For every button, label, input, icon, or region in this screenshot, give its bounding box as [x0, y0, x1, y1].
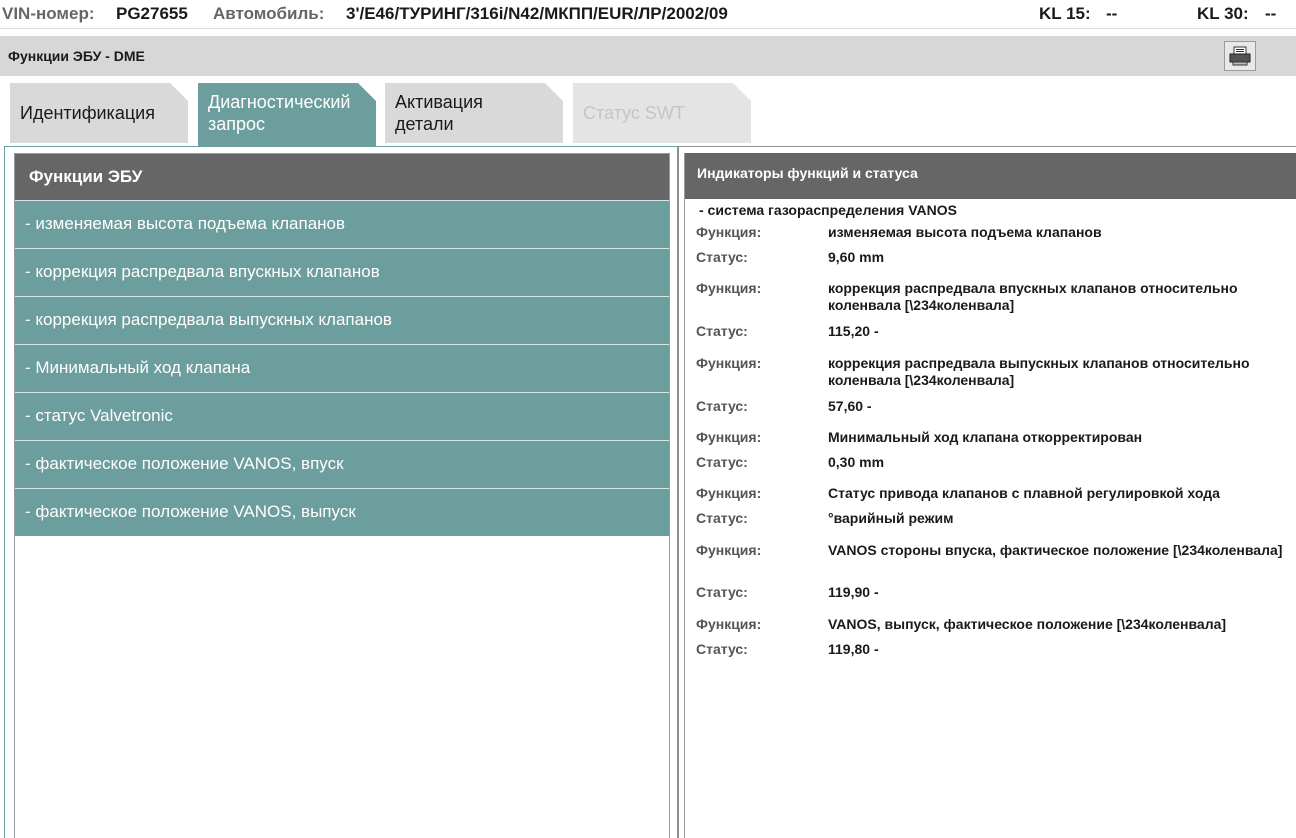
list-item[interactable]: - фактическое положение VANOS, впуск: [15, 440, 669, 488]
function-label: Функция:: [696, 542, 762, 558]
status-value: 115,20 -: [828, 323, 879, 339]
tab-diagnostic-label-line2: запрос: [208, 114, 266, 134]
page-title: Функции ЭБУ - DME: [8, 48, 145, 64]
status-label: Статус:: [696, 510, 748, 526]
function-label: Функция:: [696, 616, 762, 632]
function-label: Функция:: [696, 355, 762, 371]
status-label: Статус:: [696, 454, 748, 470]
tab-activation-label-line2: детали: [395, 114, 454, 134]
printer-icon: [1229, 46, 1251, 66]
status-label: Статус:: [696, 641, 748, 657]
vehicle-label: Автомобиль:: [213, 4, 325, 23]
function-label: Функция:: [696, 485, 762, 501]
status-indicators-panel: Индикаторы функций и статуса - система г…: [684, 153, 1296, 838]
status-value: 9,60 mm: [828, 249, 885, 265]
kl15-label: KL 15:: [1039, 4, 1091, 23]
status-value: °варийный режим: [828, 510, 954, 526]
vin-value: PG27655: [116, 4, 188, 23]
function-value: Статус привода клапанов с плавной регули…: [828, 485, 1220, 501]
status-value: 119,90 -: [828, 584, 879, 600]
vehicle-value: 3'/E46/ТУРИНГ/316i/N42/МКПП/EUR/ЛР/2002/…: [346, 4, 728, 23]
function-value: VANOS, выпуск, фактическое положение [\2…: [828, 616, 1227, 632]
function-value: изменяемая высота подъема клапанов: [828, 224, 1102, 240]
tab-activation-label-line1: Активация: [395, 92, 483, 112]
function-label: Функция:: [696, 280, 762, 296]
list-item[interactable]: - коррекция распредвала впускных клапано…: [15, 248, 669, 296]
function-label: Функция:: [696, 429, 762, 445]
list-item[interactable]: - Минимальный ход клапана: [15, 344, 669, 392]
tab-identification[interactable]: Идентификация: [10, 83, 188, 143]
tab-swt-label: Статус SWT: [583, 103, 685, 123]
tab-component-activation[interactable]: Активация детали: [385, 83, 563, 143]
kl30-label: KL 30:: [1197, 4, 1249, 23]
list-item[interactable]: - изменяемая высота подъема клапанов: [15, 200, 669, 248]
window-titlebar: Функции ЭБУ - DME: [0, 36, 1296, 76]
tab-diagnostic-label-line1: Диагностический: [208, 92, 351, 112]
tab-diagnostic-request[interactable]: Диагностический запрос: [198, 83, 376, 146]
ecu-functions-header: Функции ЭБУ: [15, 154, 669, 200]
status-label: Статус:: [696, 249, 748, 265]
status-label: Статус:: [696, 323, 748, 339]
status-indicators-header: Индикаторы функций и статуса: [685, 153, 1296, 199]
vin-label: VIN-номер:: [2, 4, 95, 23]
list-item[interactable]: - статус Valvetronic: [15, 392, 669, 440]
kl15-value: --: [1106, 4, 1118, 23]
print-button[interactable]: [1224, 41, 1256, 71]
status-label: Статус:: [696, 584, 748, 600]
vehicle-info-bar: VIN-номер: PG27655 Автомобиль: 3'/E46/ТУ…: [0, 0, 1296, 29]
status-value: 0,30 mm: [828, 454, 885, 470]
status-value: 57,60 -: [828, 398, 872, 414]
status-value: 119,80 -: [828, 641, 879, 657]
section-title: - система газораспределения VANOS: [699, 202, 957, 218]
ecu-functions-panel: Функции ЭБУ - изменяемая высота подъема …: [14, 153, 670, 838]
list-item[interactable]: - фактическое положение VANOS, выпуск: [15, 488, 669, 536]
function-value: VANOS стороны впуска, фактическое положе…: [828, 542, 1283, 558]
list-item[interactable]: - коррекция распредвала выпускных клапан…: [15, 296, 669, 344]
tab-swt-status: Статус SWT: [573, 83, 751, 143]
function-label: Функция:: [696, 224, 762, 240]
function-value: коррекция распредвала выпускных клапанов…: [828, 355, 1250, 388]
tab-identification-label: Идентификация: [20, 103, 155, 123]
function-value: Минимальный ход клапана откорректирован: [828, 429, 1143, 445]
kl30-value: --: [1265, 4, 1277, 23]
status-label: Статус:: [696, 398, 748, 414]
function-value: коррекция распредвала впускных клапанов …: [828, 280, 1238, 313]
